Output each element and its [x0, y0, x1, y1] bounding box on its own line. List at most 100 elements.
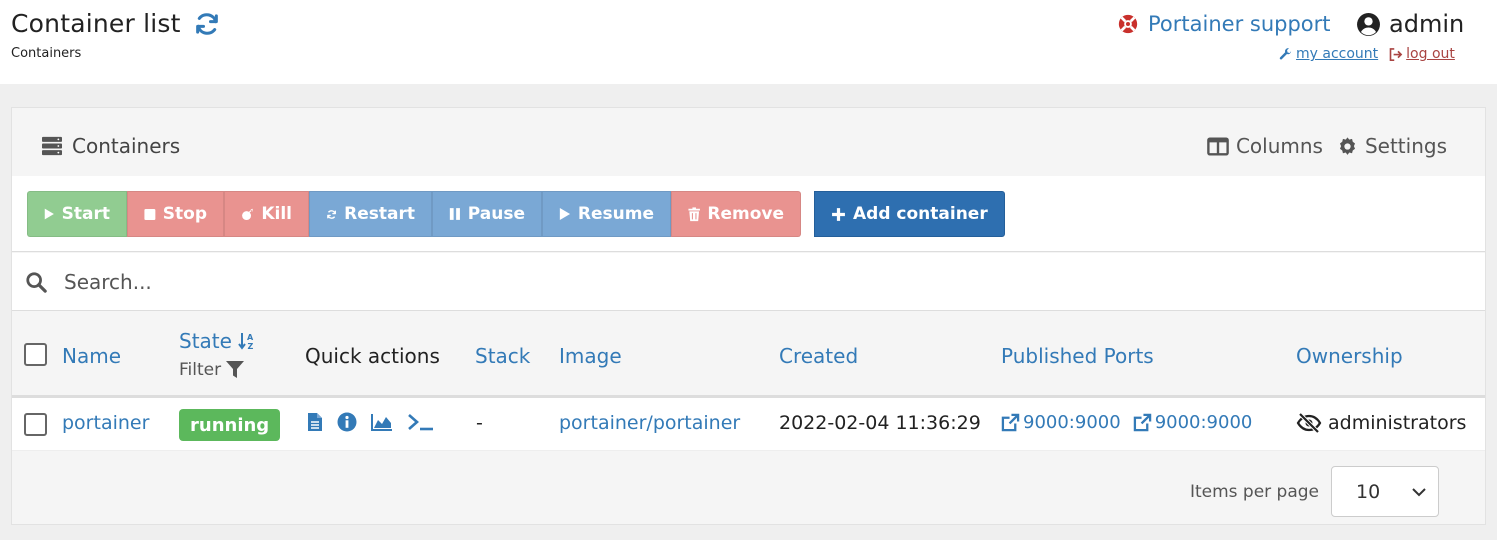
column-header-name[interactable]: Name — [62, 344, 121, 368]
kill-label: Kill — [261, 204, 292, 224]
file-logs-icon[interactable] — [307, 412, 323, 432]
breadcrumb: Containers — [11, 46, 82, 61]
search-icon — [26, 271, 47, 293]
columns-label: Columns — [1235, 134, 1323, 158]
panel-title-text: Containers — [72, 134, 181, 158]
add-container-button[interactable]: Add container — [814, 191, 1005, 237]
remove-label: Remove — [707, 204, 784, 224]
table-footer: Items per page 10 — [12, 451, 1485, 526]
start-label: Start — [61, 204, 110, 224]
eye-slash-icon — [1296, 413, 1322, 433]
area-chart-stats-icon[interactable] — [371, 413, 393, 431]
settings-label: Settings — [1364, 134, 1447, 158]
terminal-console-icon[interactable] — [407, 412, 435, 432]
column-header-ownership[interactable]: Ownership — [1296, 344, 1403, 368]
published-ports: 9000:9000 9000:9000 — [1001, 412, 1252, 433]
column-header-image[interactable]: Image — [559, 344, 622, 368]
stop-label: Stop — [162, 204, 207, 224]
filter-icon — [226, 361, 245, 378]
play-icon — [559, 208, 571, 220]
my-account-link[interactable]: my account — [1278, 46, 1378, 62]
state-filter[interactable]: Filter — [179, 360, 245, 380]
add-container-label: Add container — [853, 204, 988, 224]
containers-panel: Containers Columns Settings Start Stop K… — [11, 107, 1486, 525]
ownership-cell: administrators — [1296, 412, 1466, 434]
info-icon[interactable] — [337, 412, 357, 432]
table-header: Name State A Z Filter Quick actions Stac… — [12, 312, 1485, 398]
kill-button[interactable]: Kill — [224, 191, 309, 237]
actions-bar: Start Stop Kill Restart Pause Resume Rem… — [12, 176, 1485, 252]
quick-actions — [307, 412, 435, 432]
items-per-page-label: Items per page — [1189, 482, 1319, 502]
restart-button[interactable]: Restart — [309, 191, 432, 237]
my-account-label: my account — [1296, 46, 1379, 62]
svg-text:Z: Z — [247, 342, 253, 351]
user-circle-icon — [1357, 12, 1380, 36]
remove-button[interactable]: Remove — [671, 191, 801, 237]
sort-alpha-icon: A Z — [238, 333, 254, 351]
chevron-down-icon — [1412, 487, 1426, 496]
select-all-checkbox[interactable] — [24, 343, 47, 366]
columns-button[interactable]: Columns — [1207, 134, 1323, 158]
sign-out-icon — [1389, 47, 1403, 61]
search-bar — [12, 253, 1485, 311]
ownership-value: administrators — [1328, 412, 1467, 434]
pause-button[interactable]: Pause — [432, 191, 542, 237]
row-checkbox[interactable] — [24, 413, 47, 436]
container-name-link[interactable]: portainer — [62, 412, 149, 434]
state-filter-label: Filter — [179, 360, 222, 380]
pause-icon — [449, 208, 460, 220]
settings-button[interactable]: Settings — [1337, 134, 1447, 158]
gear-icon — [1339, 136, 1355, 155]
wrench-icon — [1279, 47, 1292, 59]
refresh-icon — [327, 209, 336, 219]
plus-icon — [832, 207, 845, 221]
top-bar: Container list Containers Portainer supp… — [0, 0, 1497, 84]
container-actions-group: Start Stop Kill Restart Pause Resume Rem… — [27, 191, 801, 237]
restart-label: Restart — [344, 204, 415, 224]
logout-label: log out — [1406, 46, 1455, 62]
panel-title: Containers — [41, 134, 180, 158]
play-icon — [44, 208, 54, 220]
port-label: 9000:9000 — [1154, 412, 1253, 433]
image-link[interactable]: portainer/portainer — [559, 412, 740, 434]
external-link-icon — [1133, 413, 1151, 432]
column-header-published-ports[interactable]: Published Ports — [1001, 344, 1154, 368]
items-per-page-select[interactable]: 10 — [1331, 466, 1439, 517]
items-per-page-value: 10 — [1356, 480, 1381, 503]
stop-icon — [144, 208, 156, 220]
support-label: Portainer support — [1148, 12, 1331, 36]
state-header-label: State — [179, 329, 232, 353]
start-button[interactable]: Start — [27, 191, 127, 237]
page-title: Container list — [11, 9, 221, 38]
stop-button[interactable]: Stop — [127, 191, 224, 237]
column-header-quick-actions: Quick actions — [305, 344, 440, 368]
created-value: 2022-02-04 11:36:29 — [779, 412, 981, 434]
panel-tools: Columns Settings — [1207, 134, 1447, 158]
external-link-icon — [1001, 413, 1020, 432]
lifebuoy-icon — [1118, 14, 1138, 34]
stack-value: - — [476, 412, 483, 434]
bomb-icon — [242, 208, 254, 220]
svg-text:A: A — [247, 333, 254, 342]
status-badge: running — [179, 409, 281, 441]
pause-label: Pause — [467, 204, 525, 224]
port-link[interactable]: 9000:9000 — [1133, 412, 1253, 433]
username: admin — [1389, 10, 1465, 38]
panel-header: Containers Columns Settings — [12, 108, 1485, 176]
resume-label: Resume — [577, 204, 654, 224]
column-header-state[interactable]: State A Z — [179, 329, 258, 353]
logout-link[interactable]: log out — [1388, 46, 1455, 62]
port-link[interactable]: 9000:9000 — [1001, 412, 1121, 433]
resume-button[interactable]: Resume — [542, 191, 671, 237]
user-menu: admin — [1356, 10, 1464, 38]
page-title-text: Container list — [11, 9, 181, 38]
column-header-created[interactable]: Created — [779, 344, 858, 368]
trash-icon — [688, 206, 700, 221]
account-links: my account log out — [1278, 46, 1455, 62]
refresh-icon[interactable] — [193, 10, 221, 38]
search-input[interactable] — [62, 268, 662, 295]
table-row: portainer running - portainer/portainer … — [12, 398, 1485, 451]
column-header-stack[interactable]: Stack — [475, 344, 530, 368]
portainer-support-link[interactable]: Portainer support — [1117, 12, 1331, 36]
